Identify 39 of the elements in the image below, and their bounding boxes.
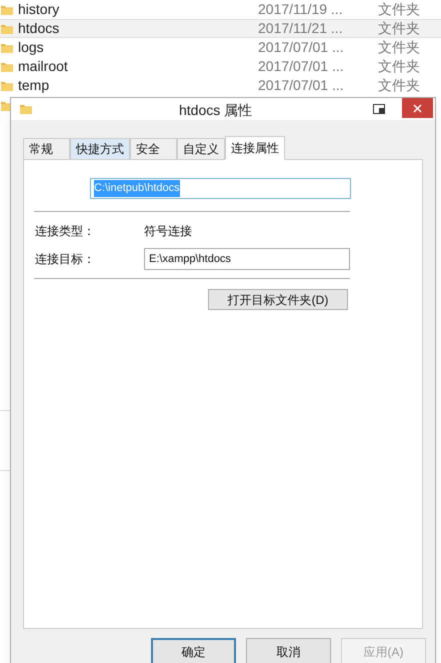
target-text: E:\xampp\htdocs [149,252,231,267]
file-date: 2017/07/01 ... [258,77,345,94]
file-date: 2017/07/01 ... [258,58,345,75]
file-row[interactable]: history 2017/11/19 ... 文件夹 [0,0,441,19]
file-row[interactable]: logs 2017/07/01 ... 文件夹 [0,38,441,57]
field-label: 连接目标： [35,251,96,268]
folder-icon [19,102,33,116]
tab[interactable]: 连接属性 [225,136,285,160]
file-date: 2017/07/01 ... [258,39,345,56]
open-folder-button[interactable]: 打开目标文件夹(D) [208,289,348,310]
file-name: htdocs [18,20,60,37]
path-text: C:\inetpub\htdocs [94,180,180,197]
file-row[interactable]: mailroot 2017/07/01 ... 文件夹 [0,57,441,76]
file-row[interactable]: htdocs 2017/11/21 ... 文件夹 [0,19,441,38]
window-icon [373,104,385,114]
file-row[interactable]: temp 2017/07/01 ... 文件夹 [0,76,441,95]
file-name: mailroot [18,58,69,75]
tab[interactable]: 快捷方式 [70,138,130,159]
close-button[interactable] [402,98,433,118]
close-icon [413,104,422,112]
file-type: 文件夹 [378,77,420,94]
file-name: history [18,1,60,18]
file-name: temp [18,77,50,94]
field-label: 连接类型： [35,223,96,240]
file-type: 文件夹 [378,20,420,37]
dialog-title: htdocs 属性 [179,101,252,120]
dialog-button[interactable]: 取消 [246,638,331,663]
tab[interactable]: 自定义 [177,138,225,159]
file-date: 2017/11/21 ... [258,20,344,37]
tab[interactable]: 常规 [23,138,70,159]
tab[interactable]: 安全 [130,138,177,159]
field-value: 符号连接 [144,223,192,240]
file-type: 文件夹 [378,39,420,56]
file-name: logs [18,39,45,56]
target-field[interactable]: E:\xampp\htdocs [144,248,350,270]
dialog-button[interactable]: 确定 [151,638,236,663]
file-type: 文件夹 [378,1,420,18]
file-date: 2017/11/19 ... [258,1,344,18]
file-type: 文件夹 [378,58,420,75]
